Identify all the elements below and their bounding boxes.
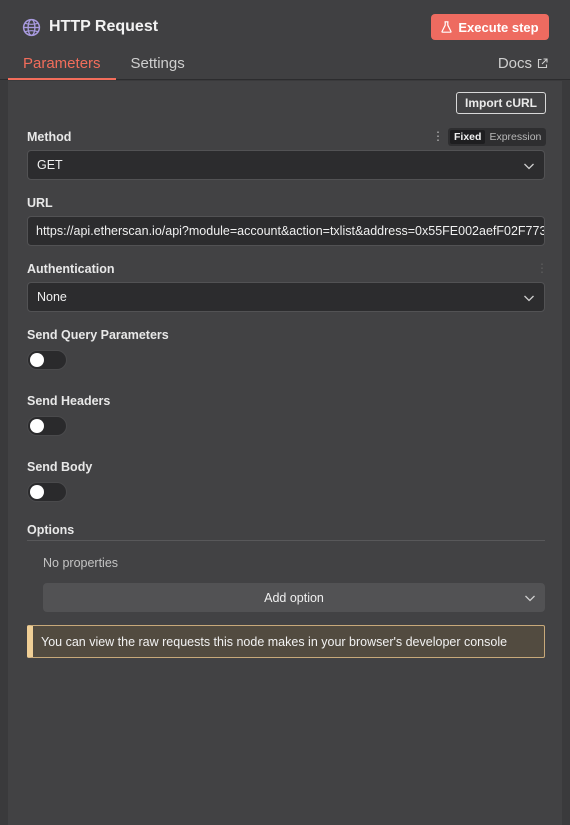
- switch-knob: [30, 353, 44, 367]
- no-properties-text: No properties: [43, 556, 119, 570]
- docs-link[interactable]: Docs: [498, 55, 548, 72]
- import-curl-button[interactable]: Import cURL: [456, 92, 546, 114]
- mode-fixed-option[interactable]: Fixed: [450, 130, 486, 144]
- authentication-label: Authentication: [27, 262, 115, 276]
- add-option-select[interactable]: Add option: [43, 583, 545, 612]
- options-divider: [27, 540, 545, 541]
- tab-bar: Parameters Settings: [8, 50, 200, 80]
- title-row: HTTP Request: [22, 14, 158, 40]
- mode-expression-option[interactable]: Expression: [485, 130, 545, 144]
- vertical-dots-icon[interactable]: ⋮: [536, 261, 548, 275]
- external-link-icon: [537, 58, 548, 69]
- tab-parameters[interactable]: Parameters: [8, 50, 116, 80]
- node-title: HTTP Request: [49, 18, 159, 35]
- notice-text: You can view the raw requests this node …: [41, 634, 508, 649]
- fixed-expression-toggle[interactable]: Fixed Expression: [448, 128, 546, 146]
- send-body-label: Send Body: [27, 460, 93, 474]
- flask-icon: [441, 21, 453, 33]
- globe-icon: [22, 18, 41, 36]
- method-select[interactable]: GET: [27, 150, 545, 180]
- add-option-label: Add option: [264, 590, 324, 605]
- chevron-down-icon: [524, 295, 534, 302]
- switch-knob: [30, 485, 44, 499]
- execute-step-label: Execute step: [458, 19, 539, 35]
- switch-knob: [30, 419, 44, 433]
- docs-label: Docs: [497, 55, 532, 72]
- url-input[interactable]: https://api.etherscan.io/api?module=acco…: [27, 216, 545, 246]
- send-query-parameters-label: Send Query Parameters: [27, 328, 169, 342]
- parameters-panel: [8, 81, 562, 825]
- vertical-dots-icon[interactable]: ⋮: [432, 129, 444, 143]
- send-query-parameters-switch[interactable]: [27, 350, 67, 370]
- send-headers-switch[interactable]: [27, 416, 67, 436]
- tab-settings[interactable]: Settings: [116, 50, 200, 80]
- node-header: HTTP Request Execute step Parameters Set…: [0, 0, 570, 80]
- chevron-down-icon: [525, 595, 535, 602]
- method-label: Method: [27, 130, 72, 144]
- send-headers-label: Send Headers: [27, 394, 111, 408]
- developer-console-notice: You can view the raw requests this node …: [27, 625, 545, 658]
- url-label: URL: [27, 196, 53, 210]
- send-body-switch[interactable]: [27, 482, 67, 502]
- options-label: Options: [27, 523, 75, 537]
- authentication-value: None: [37, 290, 67, 304]
- execute-step-button[interactable]: Execute step: [431, 14, 549, 40]
- authentication-select[interactable]: None: [27, 282, 545, 312]
- chevron-down-icon: [524, 163, 534, 170]
- method-value: GET: [37, 158, 63, 172]
